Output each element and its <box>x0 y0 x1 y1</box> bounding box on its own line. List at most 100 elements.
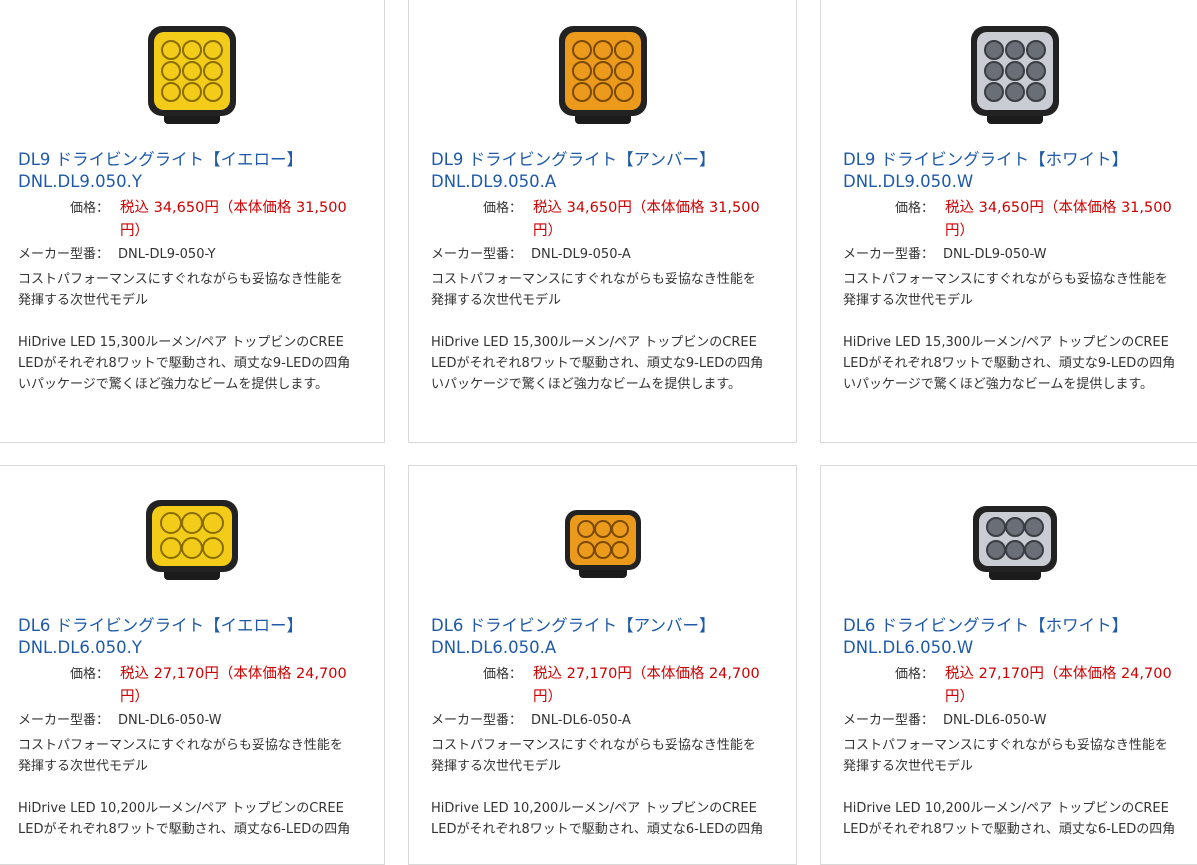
product-title-link[interactable]: DL9 ドライビングライト【ホワイト】 DNL.DL9.050.W <box>843 149 1197 193</box>
product-name: DL6 ドライビングライト【イエロー】 <box>18 616 303 635</box>
product-code: DNL.DL6.050.A <box>431 638 557 657</box>
product-card: DL6 ドライビングライト【イエロー】 DNL.DL6.050.Y 価格： 税込… <box>0 465 385 865</box>
desc-line: 発揮する次世代モデル <box>431 759 562 774</box>
desc-line: 発揮する次世代モデル <box>843 293 974 308</box>
price-label: 価格： <box>69 201 109 216</box>
model-label: メーカー型番： <box>431 713 523 728</box>
product-description: コストパフォーマンスにすぐれながらも妥協なき性能を 発揮する次世代モデル HiD… <box>431 269 776 395</box>
model-number: DNL-DL6-050-W <box>943 713 1047 728</box>
product-description: コストパフォーマンスにすぐれながらも妥協なき性能を 発揮する次世代モデル HiD… <box>18 269 363 395</box>
product-title-link[interactable]: DL6 ドライビングライト【アンバー】 DNL.DL6.050.A <box>431 615 791 659</box>
spec-line: HiDrive LED 15,300ルーメン/ペア トップビンのCREE <box>431 335 757 350</box>
product-image[interactable] <box>0 20 384 138</box>
model-row: メーカー型番： DNL-DL6-050-A <box>431 711 631 731</box>
product-name: DL9 ドライビングライト【アンバー】 <box>431 150 716 169</box>
product-card: DL6 ドライビングライト【アンバー】 DNL.DL6.050.A 価格： 税込… <box>408 465 797 865</box>
product-description: コストパフォーマンスにすぐれながらも妥協なき性能を 発揮する次世代モデル HiD… <box>843 269 1188 395</box>
desc-line: コストパフォーマンスにすぐれながらも妥協なき性能を <box>843 272 1168 287</box>
product-description: コストパフォーマンスにすぐれながらも妥協なき性能を 発揮する次世代モデル HiD… <box>843 735 1188 840</box>
price-value: 税込 34,650円（本体価格 31,500 円） <box>120 197 363 243</box>
spec-line: いパッケージで驚くほど強力なビームを提供します。 <box>843 377 1154 392</box>
spec-line: HiDrive LED 15,300ルーメン/ペア トップビンのCREE <box>18 335 344 350</box>
product-code: DNL.DL6.050.Y <box>18 638 142 657</box>
price-end-text: 円） <box>533 223 562 239</box>
spec-line: HiDrive LED 10,200ルーメン/ペア トップビンのCREE <box>431 801 757 816</box>
price-end-text: 円） <box>120 689 149 705</box>
price-label: 価格： <box>69 667 109 682</box>
product-card: DL9 ドライビングライト【ホワイト】 DNL.DL9.050.W 価格： 税込… <box>820 0 1197 443</box>
model-label: メーカー型番： <box>843 713 935 728</box>
dl6-light-icon <box>973 506 1057 580</box>
price-text: 税込 27,170円（本体価格 24,700 <box>533 666 760 682</box>
product-card: DL9 ドライビングライト【イエロー】 DNL.DL9.050.Y 価格： 税込… <box>0 0 385 443</box>
dl9-light-icon <box>148 26 236 124</box>
dl6-light-icon <box>146 500 238 580</box>
spec-line: LEDがそれぞれ8ワットで駆動され、頑丈な6-LEDの四角 <box>843 822 1176 837</box>
dl6-light-icon <box>564 510 641 578</box>
spec-line: HiDrive LED 15,300ルーメン/ペア トップビンのCREE <box>843 335 1169 350</box>
model-number: DNL-DL9-050-Y <box>118 247 216 262</box>
model-label: メーカー型番： <box>18 247 110 262</box>
model-label: メーカー型番： <box>18 713 110 728</box>
dl9-light-icon <box>971 26 1059 124</box>
price-value: 税込 27,170円（本体価格 24,700 円） <box>945 663 1188 709</box>
price-label: 価格： <box>482 667 522 682</box>
product-image[interactable] <box>409 506 796 624</box>
product-name: DL6 ドライビングライト【アンバー】 <box>431 616 716 635</box>
model-number: DNL-DL6-050-A <box>531 713 631 728</box>
desc-line: 発揮する次世代モデル <box>431 293 562 308</box>
spec-line: LEDがそれぞれ8ワットで駆動され、頑丈な6-LEDの四角 <box>431 822 764 837</box>
price-label: 価格： <box>894 201 934 216</box>
product-code: DNL.DL6.050.W <box>843 638 974 657</box>
product-card: DL9 ドライビングライト【アンバー】 DNL.DL9.050.A 価格： 税込… <box>408 0 797 443</box>
price-text: 税込 34,650円（本体価格 31,500 <box>945 200 1172 216</box>
dl9-light-icon <box>558 26 647 124</box>
price-value: 税込 34,650円（本体価格 31,500 円） <box>533 197 776 243</box>
desc-line: 発揮する次世代モデル <box>843 759 974 774</box>
price-text: 税込 34,650円（本体価格 31,500 <box>533 200 760 216</box>
product-image[interactable] <box>0 494 384 612</box>
model-number: DNL-DL9-050-W <box>943 247 1047 262</box>
desc-line: 発揮する次世代モデル <box>18 759 149 774</box>
model-number: DNL-DL6-050-W <box>118 713 222 728</box>
spec-line: いパッケージで驚くほど強力なビームを提供します。 <box>18 377 329 392</box>
price-value: 税込 27,170円（本体価格 24,700 円） <box>533 663 776 709</box>
desc-line: 発揮する次世代モデル <box>18 293 149 308</box>
price-label: 価格： <box>894 667 934 682</box>
price-value: 税込 27,170円（本体価格 24,700 円） <box>120 663 363 709</box>
price-text: 税込 27,170円（本体価格 24,700 <box>120 666 347 682</box>
product-card: DL6 ドライビングライト【ホワイト】 DNL.DL6.050.W 価格： 税込… <box>820 465 1197 865</box>
product-code: DNL.DL9.050.W <box>843 172 974 191</box>
spec-line: いパッケージで驚くほど強力なビームを提供します。 <box>431 377 742 392</box>
product-title-link[interactable]: DL6 ドライビングライト【イエロー】 DNL.DL6.050.Y <box>18 615 378 659</box>
spec-line: HiDrive LED 10,200ルーメン/ペア トップビンのCREE <box>18 801 344 816</box>
model-row: メーカー型番： DNL-DL9-050-W <box>843 245 1047 265</box>
price-end-text: 円） <box>945 689 974 705</box>
product-image[interactable] <box>821 20 1197 138</box>
product-image[interactable] <box>821 502 1197 620</box>
price-label: 価格： <box>482 201 522 216</box>
product-code: DNL.DL9.050.A <box>431 172 557 191</box>
spec-line: LEDがそれぞれ8ワットで駆動され、頑丈な6-LEDの四角 <box>18 822 351 837</box>
product-title-link[interactable]: DL9 ドライビングライト【アンバー】 DNL.DL9.050.A <box>431 149 791 193</box>
model-number: DNL-DL9-050-A <box>531 247 631 262</box>
product-image[interactable] <box>409 20 796 138</box>
spec-line: LEDがそれぞれ8ワットで駆動され、頑丈な9-LEDの四角 <box>431 356 764 371</box>
model-row: メーカー型番： DNL-DL9-050-A <box>431 245 631 265</box>
product-code: DNL.DL9.050.Y <box>18 172 142 191</box>
spec-line: LEDがそれぞれ8ワットで駆動され、頑丈な9-LEDの四角 <box>18 356 351 371</box>
model-row: メーカー型番： DNL-DL6-050-W <box>843 711 1047 731</box>
desc-line: コストパフォーマンスにすぐれながらも妥協なき性能を <box>431 738 756 753</box>
desc-line: コストパフォーマンスにすぐれながらも妥協なき性能を <box>18 272 343 287</box>
price-text: 税込 34,650円（本体価格 31,500 <box>120 200 347 216</box>
product-title-link[interactable]: DL6 ドライビングライト【ホワイト】 DNL.DL6.050.W <box>843 615 1197 659</box>
desc-line: コストパフォーマンスにすぐれながらも妥協なき性能を <box>431 272 756 287</box>
product-description: コストパフォーマンスにすぐれながらも妥協なき性能を 発揮する次世代モデル HiD… <box>18 735 363 840</box>
price-end-text: 円） <box>533 689 562 705</box>
price-end-text: 円） <box>120 223 149 239</box>
model-row: メーカー型番： DNL-DL9-050-Y <box>18 245 216 265</box>
product-title-link[interactable]: DL9 ドライビングライト【イエロー】 DNL.DL9.050.Y <box>18 149 378 193</box>
model-label: メーカー型番： <box>843 247 935 262</box>
product-name: DL9 ドライビングライト【イエロー】 <box>18 150 303 169</box>
model-label: メーカー型番： <box>431 247 523 262</box>
